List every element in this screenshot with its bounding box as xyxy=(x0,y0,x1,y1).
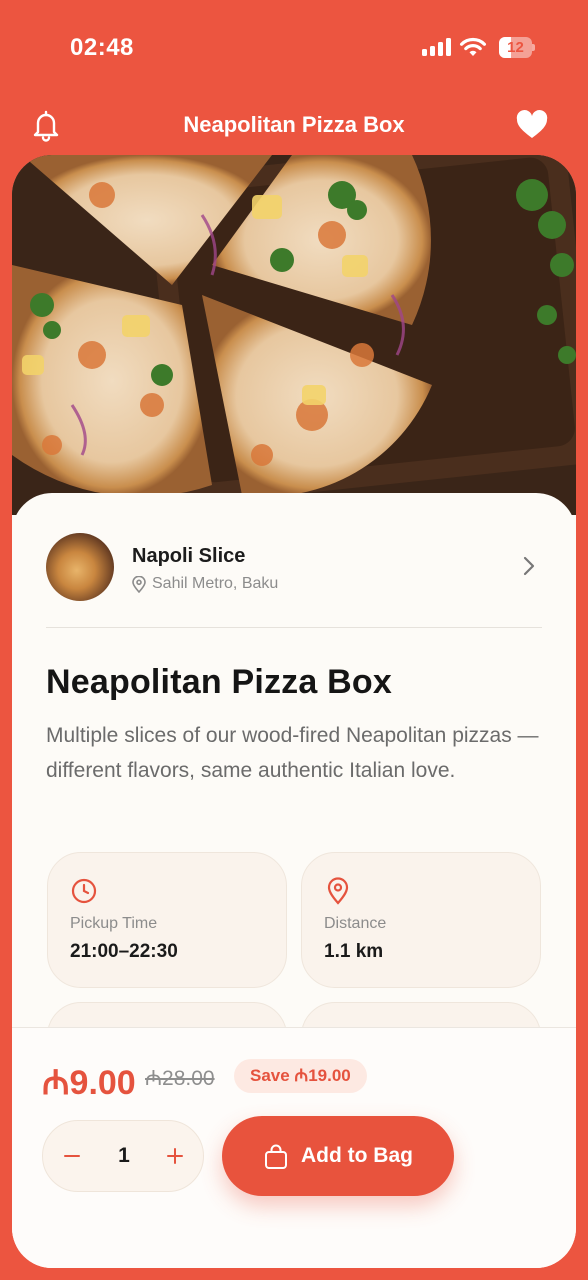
quantity-stepper: 1 xyxy=(42,1120,204,1192)
vendor-name: Napoli Slice xyxy=(132,545,246,567)
pickup-time-value: 21:00–22:30 xyxy=(70,941,178,962)
battery-level: 12 xyxy=(507,39,524,56)
map-pin-icon xyxy=(327,877,349,905)
distance-value: 1.1 km xyxy=(324,941,384,962)
top-app-bar: Neapolitan Pizza Box xyxy=(0,100,588,152)
decrease-quantity-button[interactable] xyxy=(55,1139,89,1173)
product-card: Napoli Slice Sahil Metro, Baku Neapolita… xyxy=(12,155,576,1268)
chevron-right-icon[interactable] xyxy=(522,555,536,577)
increase-quantity-button[interactable] xyxy=(158,1139,192,1173)
add-to-bag-label: Add to Bag xyxy=(301,1144,413,1167)
quantity-value: 1 xyxy=(118,1144,130,1167)
distance-label: Distance xyxy=(324,915,387,932)
clock-icon xyxy=(71,878,97,904)
original-price: ₼28.00 xyxy=(145,1067,215,1090)
shopping-bag-icon xyxy=(265,1144,287,1169)
wifi-icon xyxy=(460,37,486,56)
vendor-location-text: Sahil Metro, Baku xyxy=(152,575,279,592)
map-pin-icon xyxy=(132,575,146,593)
page-title: Neapolitan Pizza Box xyxy=(183,112,405,137)
savings-badge: Save ₼19.00 xyxy=(234,1059,367,1093)
details-sheet: Napoli Slice Sahil Metro, Baku Neapolita… xyxy=(12,493,576,1138)
pickup-time-label: Pickup Time xyxy=(70,915,158,932)
battery-indicator: 12 xyxy=(499,37,535,58)
vendor-avatar xyxy=(46,533,114,601)
cellular-signal-icon xyxy=(422,38,452,56)
product-description: Multiple slices of our wood-fired Neapol… xyxy=(46,724,539,782)
add-to-bag-button[interactable]: Add to Bag xyxy=(222,1116,454,1196)
vendor-row[interactable]: Napoli Slice Sahil Metro, Baku xyxy=(46,533,542,603)
distance-card: Distance 1.1 km xyxy=(301,852,541,988)
product-title: Neapolitan Pizza Box xyxy=(46,663,392,701)
status-time: 02:48 xyxy=(70,34,134,61)
current-price: ₼9.00 xyxy=(42,1064,136,1102)
vendor-location: Sahil Metro, Baku xyxy=(132,575,278,593)
status-bar: 02:48 12 xyxy=(0,0,588,95)
pickup-time-card: Pickup Time 21:00–22:30 xyxy=(47,852,287,988)
divider xyxy=(46,627,542,628)
purchase-bar: ₼9.00 ₼28.00 Save ₼19.00 1 Add to Bag xyxy=(12,1027,576,1268)
product-hero-image xyxy=(12,155,576,515)
heart-icon[interactable] xyxy=(515,110,549,140)
